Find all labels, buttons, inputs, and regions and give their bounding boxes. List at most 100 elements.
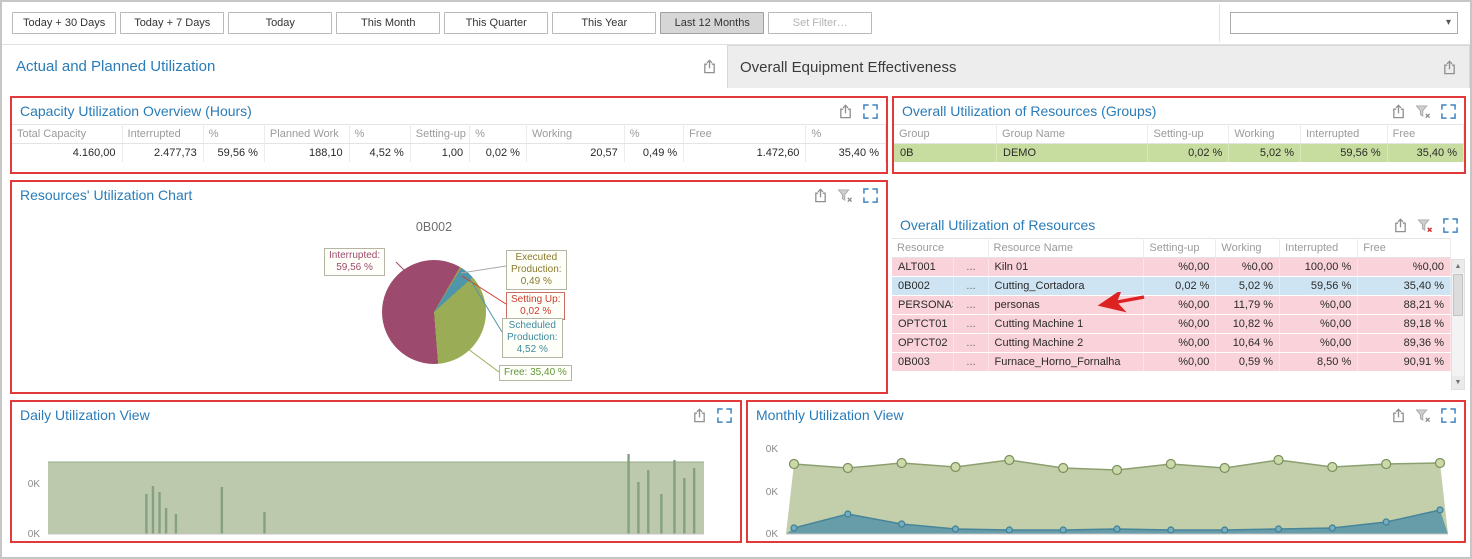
cell: PERSONAS [892, 296, 954, 315]
column-header[interactable]: Free [1387, 125, 1463, 144]
column-header[interactable]: Setting-up [410, 125, 469, 144]
cell: ... [954, 296, 988, 315]
column-header[interactable]: Group Name [997, 125, 1148, 144]
column-header[interactable]: Setting-up [1144, 239, 1216, 258]
column-header[interactable]: Resource Name [988, 239, 1144, 258]
column-header[interactable]: Total Capacity [12, 125, 122, 144]
range-button-today-7-days[interactable]: Today + 7 Days [120, 12, 224, 34]
export-icon[interactable] [1441, 59, 1457, 75]
pie-label-interrupted: Interrupted:59,56 % [324, 248, 385, 276]
vertical-scrollbar[interactable]: ▲ ▼ [1451, 259, 1465, 390]
column-header[interactable]: Working [1216, 239, 1280, 258]
scroll-down-icon[interactable]: ▼ [1452, 376, 1464, 389]
report-dropdown[interactable]: ▾ [1230, 12, 1458, 34]
toolbar: Today + 30 DaysToday + 7 DaysTodayThis M… [2, 2, 1470, 45]
export-icon[interactable] [1390, 407, 1406, 423]
svg-text:0K: 0K [766, 444, 779, 455]
column-header[interactable]: Setting-up [1148, 125, 1229, 144]
export-icon[interactable] [1390, 103, 1406, 119]
column-header[interactable]: % [349, 125, 410, 144]
table-row[interactable]: 4.160,002.477,7359,56 %188,104,52 %1,000… [12, 144, 886, 163]
column-header[interactable]: Interrupted [1280, 239, 1358, 258]
table-row[interactable]: ALT001...Kiln 01%0,00%0,00100,00 %%0,00 [892, 258, 1451, 277]
table-row[interactable]: 0B002...Cutting_Cortadora0,02 %5,02 %59,… [892, 277, 1451, 296]
tab-overall-equipment-effectiveness[interactable]: Overall Equipment Effectiveness [727, 45, 1470, 88]
column-header[interactable]: Interrupted [122, 125, 203, 144]
panel-resources-utilization-chart: Resources' Utilization Chart 0B002 Inter… [10, 180, 888, 394]
expand-icon[interactable] [862, 187, 878, 203]
cell: 0,02 % [470, 144, 527, 163]
table-header-row: Resource Resource Name Setting-up Workin… [892, 239, 1451, 258]
cell: 89,18 % [1358, 315, 1451, 334]
pie-chart [382, 260, 486, 364]
column-header[interactable]: % [806, 125, 886, 144]
cell: 59,56 % [203, 144, 264, 163]
cell: %0,00 [1280, 296, 1358, 315]
filter-icon[interactable] [837, 187, 853, 203]
column-header[interactable]: % [203, 125, 264, 144]
range-button-this-quarter[interactable]: This Quarter [444, 12, 548, 34]
export-icon[interactable] [837, 103, 853, 119]
table-row[interactable]: PERSONAS...personas%0,0011,79 %%0,0088,2… [892, 296, 1451, 315]
export-icon[interactable] [1392, 217, 1408, 233]
range-button-set-filter-[interactable]: Set Filter… [768, 12, 872, 34]
cell: 5,02 % [1229, 144, 1301, 163]
column-header[interactable]: Group [894, 125, 997, 144]
toolbar-divider [1219, 4, 1220, 42]
column-header[interactable]: Working [526, 125, 624, 144]
cell: %0,00 [1216, 258, 1280, 277]
cell: %0,00 [1280, 334, 1358, 353]
cell: Cutting Machine 1 [988, 315, 1144, 334]
monthly-area-chart: 0K0K0K [748, 428, 1462, 540]
column-header[interactable]: Free [684, 125, 806, 144]
range-button-this-year[interactable]: This Year [552, 12, 656, 34]
scroll-up-icon[interactable]: ▲ [1452, 260, 1464, 273]
column-header[interactable]: Working [1229, 125, 1301, 144]
range-button-today[interactable]: Today [228, 12, 332, 34]
column-header[interactable]: % [624, 125, 683, 144]
cell: ... [954, 315, 988, 334]
table-row[interactable]: 0BDEMO0,02 %5,02 %59,56 %35,40 % [894, 144, 1464, 163]
range-button-last-12-months[interactable]: Last 12 Months [660, 12, 764, 34]
tab-actual-and-planned-utilization[interactable]: Actual and Planned Utilization [2, 45, 727, 88]
export-icon[interactable] [701, 59, 717, 75]
range-button-this-month[interactable]: This Month [336, 12, 440, 34]
column-header[interactable]: % [470, 125, 527, 144]
expand-icon[interactable] [1440, 103, 1456, 119]
table-header-row: GroupGroup NameSetting-upWorkingInterrup… [894, 125, 1464, 144]
cell: 59,56 % [1301, 144, 1388, 163]
clear-filter-icon[interactable] [1417, 217, 1433, 233]
inactive-tab-title: Overall Equipment Effectiveness [740, 59, 957, 76]
filter-icon[interactable] [1415, 407, 1431, 423]
scrollbar-thumb[interactable] [1453, 274, 1463, 316]
expand-icon[interactable] [716, 407, 732, 423]
column-header[interactable]: Resource [892, 239, 988, 258]
cell: 4,52 % [349, 144, 410, 163]
table-row[interactable]: OPTCT02...Cutting Machine 2%0,0010,64 %%… [892, 334, 1451, 353]
expand-icon[interactable] [1440, 407, 1456, 423]
expand-icon[interactable] [1442, 217, 1458, 233]
chevron-down-icon[interactable]: ▾ [1446, 17, 1451, 28]
column-header[interactable]: Interrupted [1301, 125, 1388, 144]
cell: 88,21 % [1358, 296, 1451, 315]
export-icon[interactable] [691, 407, 707, 423]
pie-label-free: Free: 35,40 % [499, 365, 572, 381]
expand-icon[interactable] [862, 103, 878, 119]
table-row[interactable]: OPTCT01...Cutting Machine 1%0,0010,82 %%… [892, 315, 1451, 334]
filter-icon[interactable] [1415, 103, 1431, 119]
cell: ALT001 [892, 258, 954, 277]
export-icon[interactable] [812, 187, 828, 203]
column-header[interactable]: Planned Work [264, 125, 349, 144]
svg-text:0K: 0K [766, 487, 779, 498]
range-button-today-30-days[interactable]: Today + 30 Days [12, 12, 116, 34]
cell: 0,59 % [1216, 353, 1280, 372]
cell: %0,00 [1280, 315, 1358, 334]
cell: 35,40 % [806, 144, 886, 163]
table-header-row: Total CapacityInterrupted%Planned Work%S… [12, 125, 886, 144]
table-row[interactable]: 0B003...Furnace_Horno_Fornalha%0,000,59 … [892, 353, 1451, 372]
panel-title: Resources' Utilization Chart [20, 187, 192, 203]
column-header[interactable]: Free [1358, 239, 1451, 258]
panel-capacity-utilization-overview: Capacity Utilization Overview (Hours) To… [10, 96, 888, 174]
date-range-buttons: Today + 30 DaysToday + 7 DaysTodayThis M… [2, 12, 872, 34]
svg-text:0K: 0K [28, 479, 41, 490]
